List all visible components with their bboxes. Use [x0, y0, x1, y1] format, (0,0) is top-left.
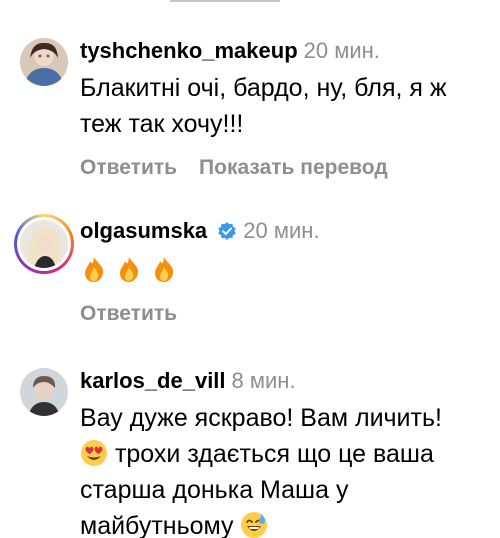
comment-text-part: Вау дуже яскраво! Вам личить! — [80, 404, 442, 432]
avatar[interactable] — [20, 368, 68, 416]
reply-button[interactable]: Ответить — [80, 156, 177, 179]
comment-username[interactable]: tyshchenko_makeup — [80, 38, 298, 63]
comment-text: Блакитні очі, бардо, ну, бля, я ж теж та… — [80, 74, 447, 138]
avatar-story-ring[interactable] — [14, 214, 74, 274]
reply-button[interactable]: Ответить — [80, 302, 177, 325]
show-translation-button[interactable]: Показать перевод — [199, 156, 388, 179]
avatar-photo-icon — [20, 220, 68, 268]
comment-emoji-text — [80, 252, 486, 288]
previous-comment-fragment — [170, 0, 280, 2]
comment-username[interactable]: karlos_de_vill — [80, 368, 226, 393]
avatar-photo-icon — [20, 38, 68, 86]
comment-username[interactable]: olgasumska — [80, 218, 207, 243]
comment-text: Вау дуже яскраво! Вам личить! трохи здає… — [80, 400, 486, 538]
fire-emoji — [115, 255, 143, 283]
avatar[interactable] — [20, 38, 68, 86]
comment-time: 8 мин. — [231, 368, 296, 393]
verified-badge-icon — [217, 219, 237, 240]
heart-eyes-emoji — [80, 439, 108, 467]
comment-time: 20 мин. — [243, 218, 320, 243]
fire-emoji — [150, 255, 178, 283]
comment-time: 20 мин. — [303, 38, 380, 63]
sweat-smile-emoji — [240, 511, 268, 538]
avatar — [20, 220, 68, 268]
fire-emoji — [80, 255, 108, 283]
avatar-photo-icon — [20, 368, 68, 416]
